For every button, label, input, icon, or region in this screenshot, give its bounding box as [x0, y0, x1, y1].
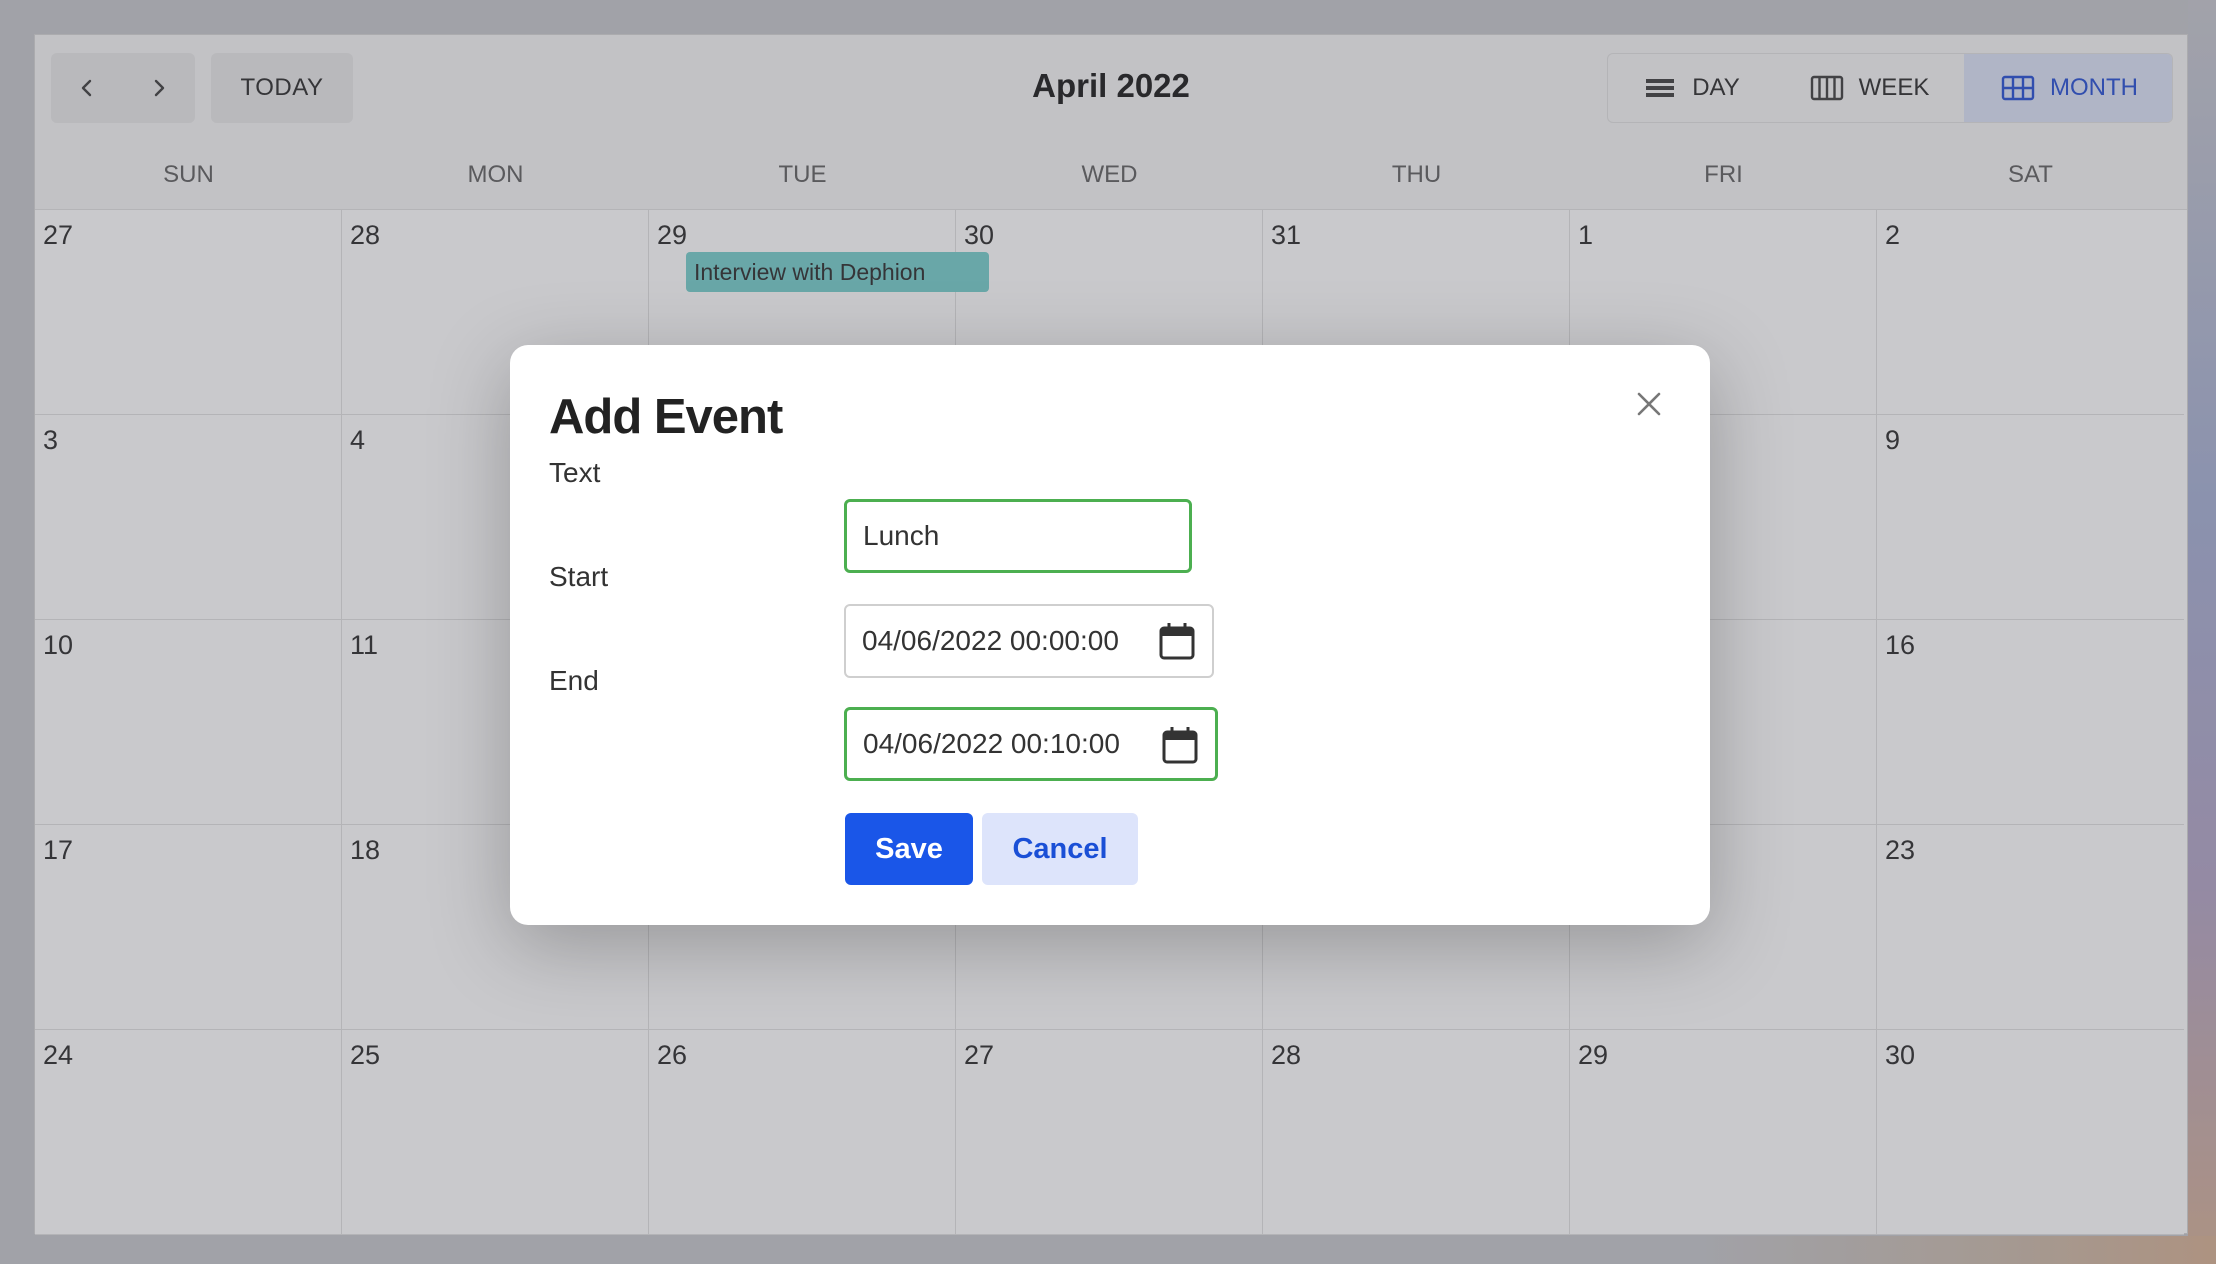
text-label: Text: [549, 457, 601, 488]
close-button[interactable]: [1632, 387, 1666, 421]
calendar-icon[interactable]: [1161, 725, 1199, 765]
save-button[interactable]: Save: [845, 813, 973, 885]
end-date-value: 04/06/2022 00:10:00: [863, 728, 1120, 759]
text-input-value: Lunch: [863, 520, 940, 551]
text-input[interactable]: Lunch: [844, 499, 1192, 573]
start-date-value: 04/06/2022 00:00:00: [862, 625, 1119, 656]
start-date-input[interactable]: 04/06/2022 00:00:00: [844, 604, 1214, 678]
add-event-dialog: Add Event Text Lunch Start 04/06/2022 00…: [510, 345, 1710, 925]
dialog-title: Add Event: [549, 390, 783, 444]
calendar-icon[interactable]: [1158, 621, 1196, 661]
start-label: Start: [549, 561, 609, 592]
close-icon: [1637, 392, 1661, 416]
end-date-input[interactable]: 04/06/2022 00:10:00: [844, 707, 1218, 781]
end-label: End: [549, 665, 599, 696]
cancel-button[interactable]: Cancel: [982, 813, 1138, 885]
